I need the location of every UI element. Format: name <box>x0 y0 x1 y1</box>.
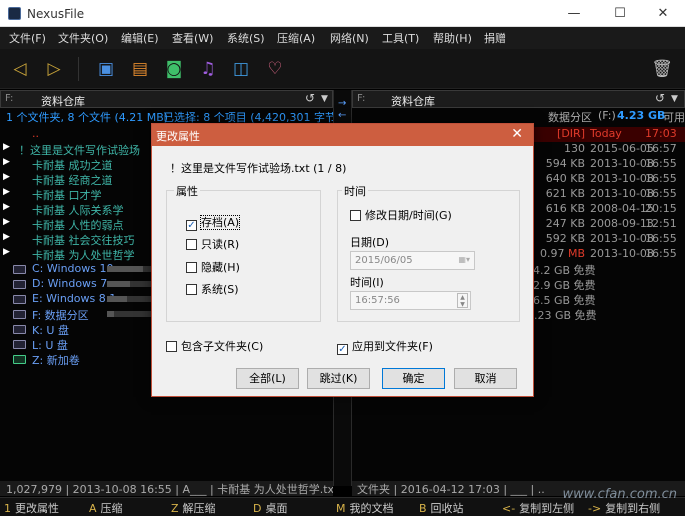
app-icon <box>8 7 21 20</box>
time-group-label: 时间 <box>342 183 368 199</box>
include-subfolders-checkbox[interactable]: 包含子文件夹(C) <box>166 338 263 354</box>
menu-file[interactable]: 文件(F) <box>9 30 46 46</box>
screen-icon[interactable]: ▣ <box>94 57 118 81</box>
refresh-icon[interactable]: ↺ <box>305 91 315 105</box>
cancel-button[interactable]: 取消 <box>454 368 517 389</box>
toolbar-separator <box>78 57 79 81</box>
trash-icon[interactable]: 🗑 <box>650 57 674 81</box>
fkey-change-attributes[interactable]: 1 更改属性 <box>4 500 59 516</box>
change-attributes-dialog: 更改属性 ✕ ！这里是文件写作试验场.txt (1 / 8) 属性 ✓ 存档(A)… <box>151 123 534 397</box>
title-bar: NexusFile — ☐ ✕ <box>0 0 685 27</box>
date-label: 日期(D) <box>350 236 390 249</box>
hard-drive-icon <box>13 310 26 319</box>
left-footer-info: 1,027,979 | 2013-10-08 16:55 | A___ | 卡耐… <box>0 481 333 496</box>
hard-drive-icon <box>13 265 26 274</box>
modify-datetime-checkbox[interactable]: 修改日期/时间(G) <box>350 207 452 223</box>
dialog-title-bar: 更改属性 <box>152 124 533 146</box>
calendar-dropdown-icon[interactable]: ▦▾ <box>458 255 470 264</box>
menu-view[interactable]: 查看(W) <box>172 30 213 46</box>
music-icon[interactable]: ♫ <box>196 57 220 81</box>
window-icon[interactable]: ▤ <box>128 57 152 81</box>
back-arrow-icon[interactable]: ◁ <box>8 57 32 81</box>
refresh-icon[interactable]: ↺ <box>655 91 665 105</box>
fkey-extract[interactable]: Z 解压缩 <box>171 500 216 516</box>
time-input[interactable]: 16:57:56 ▲ ▼ <box>350 291 471 310</box>
menu-donate[interactable]: 捐赠 <box>484 30 506 46</box>
watermark: www.cfan.com.cn <box>562 487 677 502</box>
hard-drive-icon <box>13 355 26 364</box>
menu-edit[interactable]: 编辑(E) <box>121 30 159 46</box>
usb-drive-icon <box>13 325 26 334</box>
system-checkbox[interactable]: 系统(S) <box>186 281 239 297</box>
nexusfile-window: NexusFile — ☐ ✕ 文件(F) 文件夹(O) 编辑(E) 查看(W)… <box>0 0 685 516</box>
menu-network[interactable]: 网络(N) <box>330 30 369 46</box>
bag-icon[interactable]: ◫ <box>229 57 253 81</box>
forward-arrow-icon[interactable]: ▷ <box>42 57 66 81</box>
dialog-title: 更改属性 <box>156 130 200 143</box>
menu-tools[interactable]: 工具(T) <box>382 30 419 46</box>
hard-drive-icon <box>13 280 26 289</box>
close-button[interactable]: ✕ <box>641 0 685 27</box>
left-summary: 1 个文件夹, 8 个文件 (4.21 MB) <box>6 111 169 124</box>
skip-button[interactable]: 跳过(K) <box>307 368 370 389</box>
chevron-down-icon[interactable]: ▼ <box>671 94 678 104</box>
right-path-bar[interactable]: F: 资料仓库 ↺ ▼ <box>352 90 685 108</box>
minimize-button[interactable]: — <box>552 0 596 27</box>
fkey-copy-left[interactable]: <- 复制到左侧 <box>502 500 574 516</box>
left-path-bar[interactable]: F: 资料仓库 ↺ ▼ <box>0 90 333 108</box>
arrow-left-icon[interactable]: ← <box>338 110 346 121</box>
menu-folder[interactable]: 文件夹(O) <box>58 30 108 46</box>
left-selection: 已选择: 8 个项目 (4,420,301 字节) <box>163 111 333 124</box>
time-label: 时间(I) <box>350 276 384 289</box>
window-title: NexusFile <box>27 7 85 21</box>
menu-compress[interactable]: 压缩(A) <box>277 30 315 46</box>
readonly-checkbox[interactable]: 只读(R) <box>186 236 239 252</box>
chevron-down-icon[interactable]: ▼ <box>321 94 328 104</box>
archive-checkbox[interactable]: ✓ 存档(A) <box>186 214 241 231</box>
camera-icon[interactable]: ◙ <box>162 57 186 81</box>
heart-icon[interactable]: ♡ <box>263 57 287 81</box>
toolbar: ◁ ▷ ▣ ▤ ◙ ♫ ◫ ♡ 🗑 <box>0 49 685 89</box>
dialog-filename: ！这里是文件写作试验场.txt (1 / 8) <box>170 162 347 175</box>
right-status: 数据分区 (F:) 4.23 GB 可用 <box>548 109 685 124</box>
left-drive-label[interactable]: F: <box>5 93 13 104</box>
usb-drive-icon <box>13 340 26 349</box>
menu-help[interactable]: 帮助(H) <box>433 30 472 46</box>
date-picker[interactable]: 2015/06/05 ▦▾ <box>350 251 475 270</box>
fkey-desktop[interactable]: D 桌面 <box>253 500 287 516</box>
fkey-copy-right[interactable]: -> 复制到右侧 <box>588 500 660 516</box>
dialog-close-icon[interactable]: ✕ <box>511 126 523 142</box>
menu-system[interactable]: 系统(S) <box>227 30 265 46</box>
apply-to-folder-checkbox[interactable]: ✓ 应用到文件夹(F) <box>337 338 433 355</box>
fkey-recycle-bin[interactable]: B 回收站 <box>419 500 464 516</box>
menu-bar: 文件(F) 文件夹(O) 编辑(E) 查看(W) 系统(S) 压缩(A) 网络(… <box>0 27 685 49</box>
hidden-checkbox[interactable]: 隐藏(H) <box>186 259 240 275</box>
left-path[interactable]: 资料仓库 <box>41 93 85 109</box>
fkey-compress[interactable]: A 压缩 <box>89 500 123 516</box>
time-spinner[interactable]: ▲ ▼ <box>457 293 468 308</box>
attributes-group-label: 属性 <box>174 183 200 199</box>
right-path[interactable]: 资料仓库 <box>391 93 435 109</box>
arrow-right-icon[interactable]: → <box>338 98 346 109</box>
right-drive-label[interactable]: F: <box>357 93 365 104</box>
maximize-button[interactable]: ☐ <box>598 0 642 27</box>
hard-drive-icon <box>13 295 26 304</box>
all-button[interactable]: 全部(L) <box>236 368 299 389</box>
fkey-documents[interactable]: M 我的文档 <box>336 500 394 516</box>
ok-button[interactable]: 确定 <box>382 368 445 389</box>
attributes-group <box>166 190 321 322</box>
left-status: 1 个文件夹, 8 个文件 (4.21 MB) 已选择: 8 个项目 (4,42… <box>0 109 333 124</box>
